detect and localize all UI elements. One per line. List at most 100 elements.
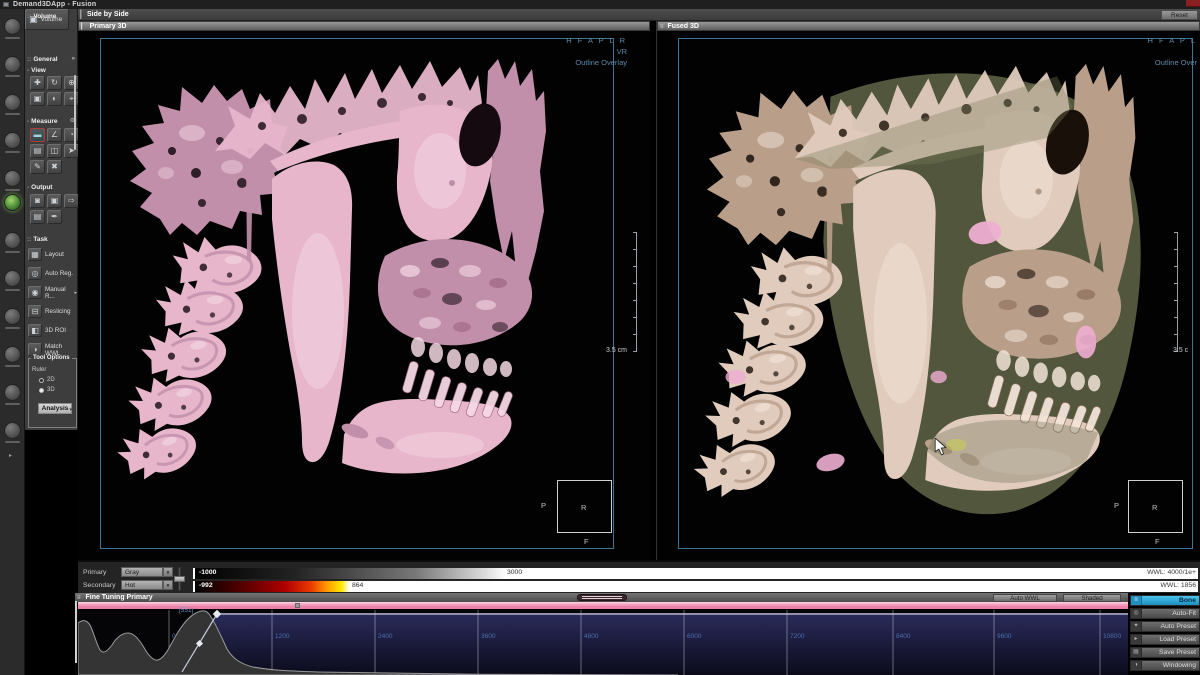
window-level-tool-button[interactable]: ◐ [47,92,62,106]
dock-more-icon[interactable]: ▸ [9,452,12,459]
task-reslicing[interactable]: ⊟Reslicing [28,303,77,320]
area-tool-button[interactable]: ▤ [30,144,45,158]
task-label: Manual R... [45,286,70,300]
primary-min-value: -1000 [199,569,216,576]
orientation-f: F [584,537,589,546]
histogram[interactable] [78,602,1128,675]
secondary-colormap-arrow-icon[interactable]: ▼ [163,580,173,590]
copy-frame-button[interactable]: ▣ [47,194,62,208]
orientation-tool-button[interactable]: ▣ [30,92,45,106]
save-preset-icon: ▤ [1131,648,1142,657]
primary-colormap-bar[interactable]: -1000 3000 WWL: 4000/1e+ [193,568,1198,579]
load-preset-button[interactable]: ▸Load Preset [1130,634,1200,645]
fused-volume-render [668,31,1148,541]
section-view: -View [27,66,76,75]
target-tool-button[interactable]: ⌖ [64,92,79,106]
close-button[interactable] [1186,0,1200,7]
dock-tool-icon[interactable] [4,18,21,35]
bone-preset-icon: ≡ [1131,596,1142,605]
axis-tick: 1200 [275,633,289,640]
annotate-tool-button[interactable]: ✎ [30,160,45,174]
primary-max-value: 3000 [507,569,522,576]
primary-3d-viewport[interactable]: H F A P L R VR Outline Overlay 3.5 cm P … [78,31,650,560]
orientation-letters: H F A P L [1147,35,1197,46]
dock-tool-icon[interactable] [4,56,21,73]
report-button[interactable]: ✒ [47,210,62,224]
pan-icon: ✚ [34,78,41,87]
opacity-band[interactable] [78,602,1128,609]
section-measure-title: Measure [31,118,57,125]
volume-measure-tool-button[interactable]: ◫ [47,144,62,158]
snapshot-button[interactable]: ◙ [30,194,45,208]
protractor-tool-button[interactable]: ◔ [64,128,79,142]
ruler-tool-button[interactable]: ▬ [30,128,45,142]
task-manual-reg[interactable]: ◉Manual R...▸ [28,284,77,301]
axis-tick: 0 [172,633,176,640]
dock-tool-icon[interactable] [4,422,21,439]
drag-handle[interactable] [577,594,627,601]
dock-tool-label [5,365,20,367]
opacity-band-marker[interactable] [295,603,300,608]
dock-tool-icon[interactable] [4,384,21,401]
sidebar-scrollbar[interactable] [74,75,76,150]
windowing-button[interactable]: ◑Windowing [1130,660,1200,671]
zoom-tool-button[interactable]: ⊕ [64,76,79,90]
task-auto-reg[interactable]: ◎Auto Reg. [28,265,77,282]
save-preset-button[interactable]: ▤Save Preset [1130,647,1200,658]
fused-3d-title: Fused 3D [667,23,699,30]
radio-3d[interactable]: 3D [39,387,55,393]
radio-3d-label: 3D [47,387,55,393]
primary-colormap-arrow-icon[interactable]: ▼ [163,567,173,577]
analysis-button[interactable]: Analysis▾ [38,403,72,414]
shaded-button[interactable]: Shaded [1063,594,1121,602]
dock-tool-icon[interactable] [4,270,21,287]
dock-tool-icon[interactable] [4,308,21,325]
layout-tab[interactable]: Side by Side [87,9,129,21]
print-button[interactable]: ▤ [30,210,45,224]
primary-colormap-select[interactable]: Gray [121,567,163,577]
task-label: 3D ROI [45,327,66,334]
dock-tool-label [5,189,20,191]
bone-preset-button[interactable]: ≡Bone [1130,595,1200,606]
rotate-icon: ↻ [51,78,58,87]
angle-tool-button[interactable]: ∠ [47,128,62,142]
auto-preset-label: Auto Preset [1160,623,1196,630]
expand-icon[interactable]: » [72,55,75,64]
task-layout[interactable]: ▦Layout [28,246,77,263]
rotate-tool-button[interactable]: ↻ [47,76,62,90]
scale-label: 3.5 c [1173,347,1188,354]
fused-3d-viewport[interactable]: H F A P L Outline Over 3.5 c P R F [657,31,1200,560]
dock-tool-icon[interactable] [4,132,21,149]
radio-2d-label: 2D [47,377,55,383]
dock-tool-icon[interactable] [4,94,21,111]
dock-tool-icon[interactable] [4,170,21,187]
dock-tool-icon[interactable] [4,232,21,249]
radio-2d[interactable]: 2D [39,377,55,383]
auto-preset-button[interactable]: ✦Auto Preset [1130,621,1200,632]
fused-3d-header[interactable]: ≡ Fused 3D [657,21,1200,31]
pointer-tool-button[interactable]: ➤ [64,144,79,158]
analysis-more-icon: ▾ [69,405,72,415]
auto-wwl-button[interactable]: Auto WWL [993,594,1057,602]
export-button[interactable]: ⇨ [64,194,79,208]
auto-fit-button[interactable]: ◎Auto-Fit [1130,608,1200,619]
axis-tick: 3600 [481,633,495,640]
secondary-colormap-bar[interactable]: -992 864 WWL: 1856 [193,581,1198,592]
delete-measure-button[interactable]: ✖ [47,160,62,174]
pan-tool-button[interactable]: ✚ [30,76,45,90]
orientation-r: R [1152,503,1157,512]
blend-slider-handle[interactable] [174,576,185,582]
auto-reg-icon: ◎ [28,267,42,280]
task-3d-roi[interactable]: ◧3D ROI [28,322,77,339]
section-general[interactable]: ::General» [27,55,76,64]
render-mode-label: VR [617,46,627,57]
dock-tool-icon-active[interactable] [4,194,21,211]
primary-3d-header[interactable]: ▎ Primary 3D [78,21,650,31]
reset-button[interactable]: Reset [1161,10,1198,20]
dock-tool-label [5,251,20,253]
secondary-colormap-select[interactable]: Hot [121,580,163,590]
section-volume: ::Volume [27,12,76,21]
orientation-cube-icon: ▣ [34,94,42,103]
section-volume-title: Volume [33,13,56,20]
dock-tool-icon[interactable] [4,346,21,363]
